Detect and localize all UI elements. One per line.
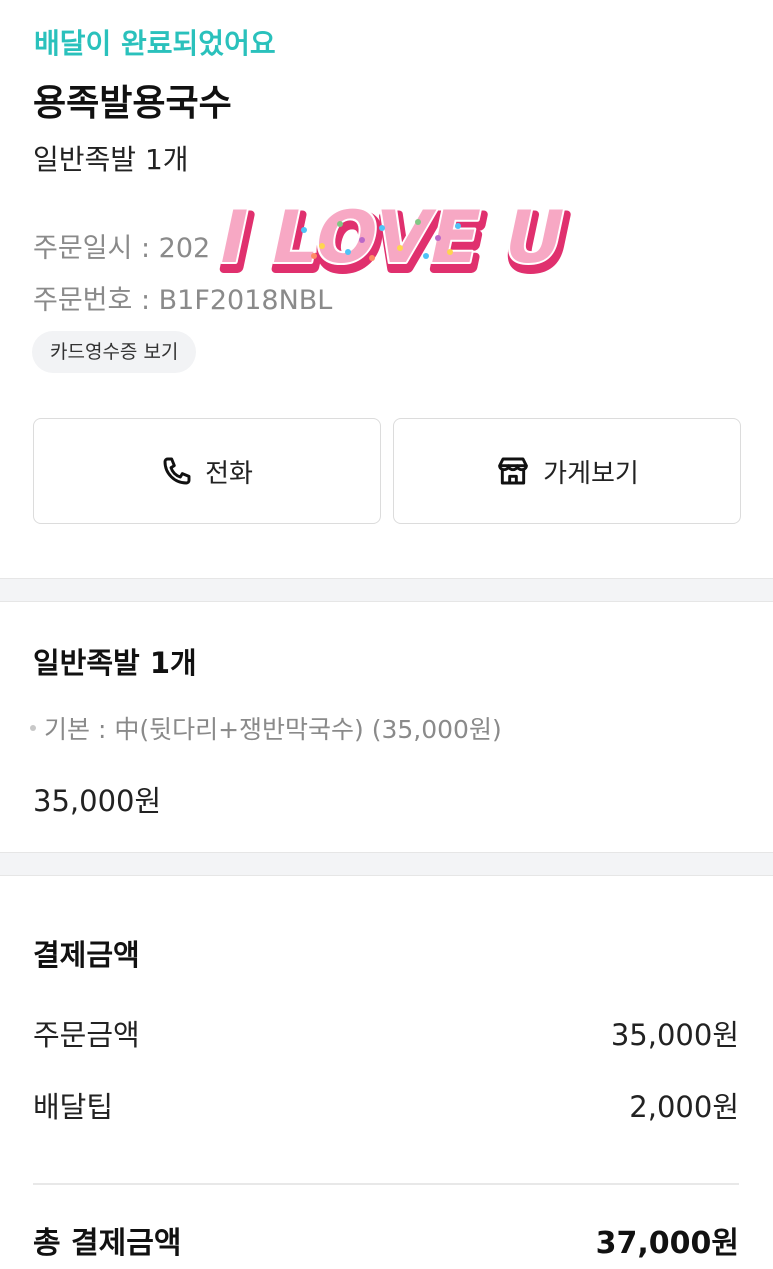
total-amount-row: 총 결제금액 37,000원 xyxy=(33,1218,739,1262)
call-button[interactable]: 전화 xyxy=(33,418,381,524)
delivery-status: 배달이 완료되었어요 xyxy=(34,27,276,60)
order-amount-label: 주문금액 xyxy=(33,1018,140,1052)
section-divider xyxy=(0,852,773,876)
section-divider xyxy=(0,578,773,602)
item-title: 일반족발 1개 xyxy=(33,646,197,680)
order-amount-value: 35,000원 xyxy=(610,1018,739,1052)
sticker-text: I LOVE U xyxy=(212,196,572,280)
order-number-label: 주문번호 : xyxy=(33,285,151,316)
love-sticker: I LOVE U I LOVE U xyxy=(209,194,580,291)
item-price: 35,000원 xyxy=(33,784,162,818)
store-name: 용족발용국수 xyxy=(33,83,232,124)
payment-title: 결제금액 xyxy=(33,938,140,972)
card-receipt-button[interactable]: 카드영수증 보기 xyxy=(32,331,197,373)
order-date-label: 주문일시 : xyxy=(33,233,151,264)
order-summary: 일반족발 1개 xyxy=(33,143,189,176)
call-button-label: 전화 xyxy=(205,458,253,489)
delivery-tip-label: 배달팁 xyxy=(33,1090,114,1124)
order-date-value-start: 202 xyxy=(158,233,211,264)
view-store-button[interactable]: 가게보기 xyxy=(393,418,741,524)
store-icon xyxy=(495,455,531,487)
bullet-dot xyxy=(30,725,36,731)
total-amount-value: 37,000원 xyxy=(595,1226,739,1261)
item-option: 기본 : 中(뒷다리+쟁반막국수) (35,000원) xyxy=(30,710,502,746)
delivery-tip-value: 2,000원 xyxy=(629,1090,739,1124)
view-store-button-label: 가게보기 xyxy=(543,458,639,489)
order-amount-row: 주문금액 35,000원 xyxy=(33,1012,739,1054)
phone-icon xyxy=(161,455,193,487)
payment-divider xyxy=(33,1183,739,1185)
item-option-text: 기본 : 中(뒷다리+쟁반막국수) (35,000원) xyxy=(44,715,502,744)
total-amount-label: 총 결제금액 xyxy=(33,1226,182,1261)
delivery-tip-row: 배달팁 2,000원 xyxy=(33,1084,739,1126)
